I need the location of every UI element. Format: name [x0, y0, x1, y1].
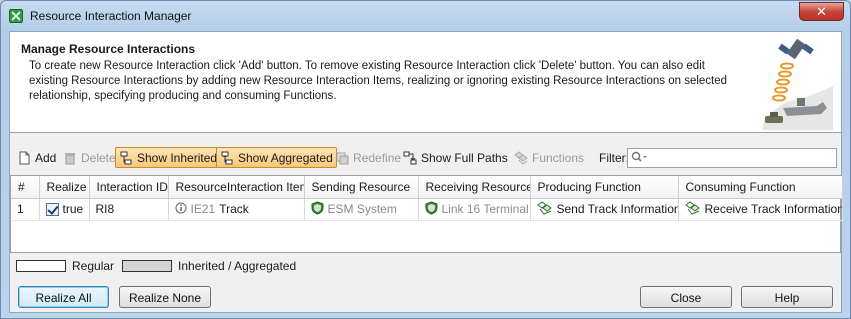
search-icon [631, 151, 649, 166]
resource-interaction-table: # Realize Interaction ID ResourceInterac… [10, 175, 843, 253]
help-button[interactable]: Help [741, 286, 833, 308]
filter-input[interactable] [627, 148, 837, 168]
redefine-label: Redefine [353, 150, 402, 165]
new-document-icon [17, 151, 31, 165]
filter-label: Filter: [599, 151, 629, 165]
row-number-cell: 1 [11, 198, 40, 221]
paths-icon [403, 151, 417, 165]
show-aggregated-label: Show Aggregated [238, 150, 333, 165]
hierarchy-icon [119, 151, 133, 165]
functions-button[interactable]: Functions [511, 147, 587, 168]
trash-icon [63, 151, 77, 165]
sending-resource-cell[interactable]: ESM System [304, 198, 419, 221]
column-header-number[interactable]: # [11, 176, 40, 199]
dialog-content: Manage Resource Interactions To create n… [9, 31, 843, 314]
close-button[interactable]: Close [640, 286, 732, 308]
realize-none-button[interactable]: Realize None [119, 286, 211, 308]
realize-checkbox[interactable] [45, 202, 59, 216]
resource-shield-icon [425, 200, 438, 218]
item-name: Track [219, 202, 249, 216]
add-button[interactable]: Add [14, 147, 59, 168]
column-header-item[interactable]: ResourceInteraction Item [168, 176, 305, 199]
satellite-ship-illustration [762, 38, 833, 130]
functions-label: Functions [532, 150, 585, 165]
resource-shield-icon [311, 200, 324, 218]
receiving-resource-name: Link 16 Terminal [441, 202, 529, 216]
show-aggregated-toggle[interactable]: Show Aggregated [216, 147, 337, 168]
column-header-realize[interactable]: Realize [39, 176, 90, 199]
function-icon [684, 200, 701, 218]
column-header-producing-function[interactable]: Producing Function [530, 176, 679, 199]
consuming-function-name: Receive Track Information [704, 202, 842, 216]
column-header-interaction-id[interactable]: Interaction ID [89, 176, 169, 199]
interaction-id-cell[interactable]: RI8 [89, 198, 169, 221]
legend-regular-label: Regular [72, 259, 115, 273]
delete-button[interactable]: Delete [60, 147, 119, 168]
header-description: To create new Resource Interaction click… [29, 60, 728, 102]
header-panel: Manage Resource Interactions To create n… [10, 32, 841, 133]
show-inherited-label: Show Inherited [137, 150, 218, 165]
realize-all-button[interactable]: Realize All [18, 286, 109, 308]
title-bar[interactable]: Resource Interaction Manager ✕ [1, 1, 850, 31]
table-row[interactable]: 1 true RI8 IE21 Track ESM System Link 16… [11, 198, 843, 221]
producing-function-cell[interactable]: Send Track Information [530, 198, 679, 221]
header-title: Manage Resource Interactions [21, 42, 196, 56]
window-close-button[interactable]: ✕ [799, 2, 844, 21]
show-full-paths-button[interactable]: Show Full Paths [400, 147, 511, 168]
function-icon [536, 200, 553, 218]
delete-label: Delete [81, 150, 116, 165]
item-prefix: IE21 [190, 202, 216, 216]
toolbar: Add Delete Show Inherited Show Aggregate… [10, 144, 841, 170]
column-header-sending-resource[interactable]: Sending Resource [304, 176, 419, 199]
realize-value: true [62, 202, 84, 216]
column-header-receiving-resource[interactable]: Receiving Resource [418, 176, 531, 199]
consuming-function-cell[interactable]: Receive Track Information [678, 198, 843, 221]
redefine-button[interactable]: Redefine [332, 147, 404, 168]
legend-inherited-label: Inherited / Aggregated [178, 259, 297, 273]
bottom-button-bar: Realize All Realize None Close Help [10, 282, 841, 314]
legend: Regular Inherited / Aggregated [16, 259, 296, 273]
show-full-paths-label: Show Full Paths [421, 150, 508, 165]
receiving-resource-cell[interactable]: Link 16 Terminal [418, 198, 531, 221]
regular-swatch [16, 260, 66, 272]
table-header-row: # Realize Interaction ID ResourceInterac… [11, 176, 843, 199]
redefine-icon [335, 151, 349, 165]
sending-resource-name: ESM System [327, 202, 397, 216]
add-label: Add [35, 150, 57, 165]
inherited-swatch [122, 260, 173, 272]
column-header-consuming-function[interactable]: Consuming Function [678, 176, 843, 199]
app-icon [9, 9, 23, 23]
window-title: Resource Interaction Manager [30, 9, 192, 23]
information-element-icon [175, 202, 187, 217]
producing-function-name: Send Track Information [556, 202, 678, 216]
show-inherited-toggle[interactable]: Show Inherited [115, 147, 222, 168]
aggregation-icon [220, 151, 234, 165]
functions-icon [514, 150, 528, 165]
dialog-window: Resource Interaction Manager ✕ Manage Re… [0, 0, 851, 319]
realize-cell[interactable]: true [39, 198, 90, 221]
item-cell[interactable]: IE21 Track [168, 198, 305, 221]
